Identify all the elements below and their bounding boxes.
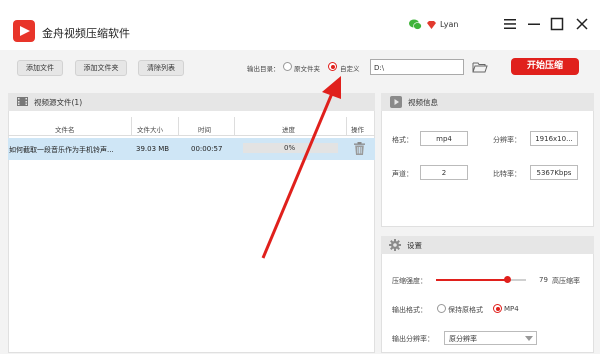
col-filename[interactable]: 文件名: [55, 124, 75, 134]
source-folder-label[interactable]: 原文件夹: [294, 63, 320, 73]
strength-label: 压缩强度：: [392, 277, 427, 285]
channel-label: 声道：: [392, 170, 413, 178]
trash-icon[interactable]: [354, 142, 365, 155]
maximize-icon[interactable]: [550, 17, 564, 31]
col-size[interactable]: 文件大小: [137, 124, 163, 134]
output-path-input[interactable]: D:\: [370, 59, 464, 75]
settings-title: 设置: [407, 241, 422, 250]
folder-open-icon[interactable]: [472, 61, 488, 73]
output-resolution-select[interactable]: 原分辨率: [444, 331, 537, 345]
format-value: mp4: [420, 131, 468, 146]
resolution-label: 分辨率：: [493, 136, 521, 144]
output-resolution-label: 输出分辨率：: [392, 335, 434, 343]
progress-text: 0%: [284, 144, 296, 152]
close-icon[interactable]: [575, 17, 589, 31]
chevron-down-icon[interactable]: [525, 336, 533, 341]
radio-custom[interactable]: [328, 62, 337, 71]
file-size-cell: 39.03 MB: [136, 145, 170, 153]
col-action[interactable]: 操作: [351, 124, 364, 134]
output-format-label: 输出格式：: [392, 306, 427, 314]
file-name-cell: 如何截取一段音乐作为手机铃声...: [9, 146, 114, 154]
bitrate-value: 5367Kbps: [530, 165, 578, 180]
col-progress[interactable]: 进度: [282, 124, 295, 134]
radio-keep-format[interactable]: [437, 304, 446, 313]
app-title: 金舟视频压缩软件: [42, 27, 130, 40]
file-duration-cell: 00:00:57: [191, 145, 223, 153]
source-files-title: 视频源文件(1): [34, 98, 83, 107]
strength-slider-knob[interactable]: [503, 276, 511, 283]
resolution-value: 1916x10...: [530, 131, 578, 146]
start-compress-button[interactable]: 开始压缩: [511, 58, 579, 75]
username[interactable]: Lyan: [440, 20, 458, 29]
strength-slider-fill: [436, 279, 508, 281]
radio-source-folder[interactable]: [283, 62, 292, 71]
format-label: 格式：: [392, 136, 413, 144]
radio-mp4[interactable]: [493, 304, 502, 313]
column-divider: [131, 117, 132, 135]
col-time[interactable]: 时间: [198, 124, 211, 134]
column-divider: [234, 117, 235, 135]
video-info-title: 视频信息: [408, 98, 438, 107]
column-divider: [178, 117, 179, 135]
mp4-label[interactable]: MP4: [504, 305, 519, 313]
table-header-divider: [8, 135, 375, 136]
app-logo-icon: [13, 20, 35, 42]
strength-value: 79: [539, 276, 548, 284]
gear-icon: [389, 239, 401, 251]
video-info-panel: [381, 93, 594, 227]
vip-badge-icon: [427, 21, 436, 29]
minimize-icon[interactable]: [527, 17, 541, 31]
custom-label[interactable]: 自定义: [340, 63, 360, 73]
add-folder-button[interactable]: 添加文件夹: [75, 60, 127, 76]
output-dir-label: 输出目录：: [247, 65, 280, 73]
channel-value: 2: [420, 165, 468, 180]
keep-format-label[interactable]: 保持原格式: [448, 305, 483, 315]
play-icon: [390, 96, 402, 108]
bitrate-label: 比特率：: [493, 170, 521, 178]
film-icon: [17, 97, 28, 106]
menu-icon[interactable]: [503, 17, 517, 31]
wechat-icon[interactable]: [409, 19, 422, 30]
column-divider: [346, 117, 347, 135]
clear-list-button[interactable]: 清除列表: [138, 60, 184, 76]
strength-mode: 高压缩率: [552, 277, 580, 285]
add-file-button[interactable]: 添加文件: [17, 60, 63, 76]
